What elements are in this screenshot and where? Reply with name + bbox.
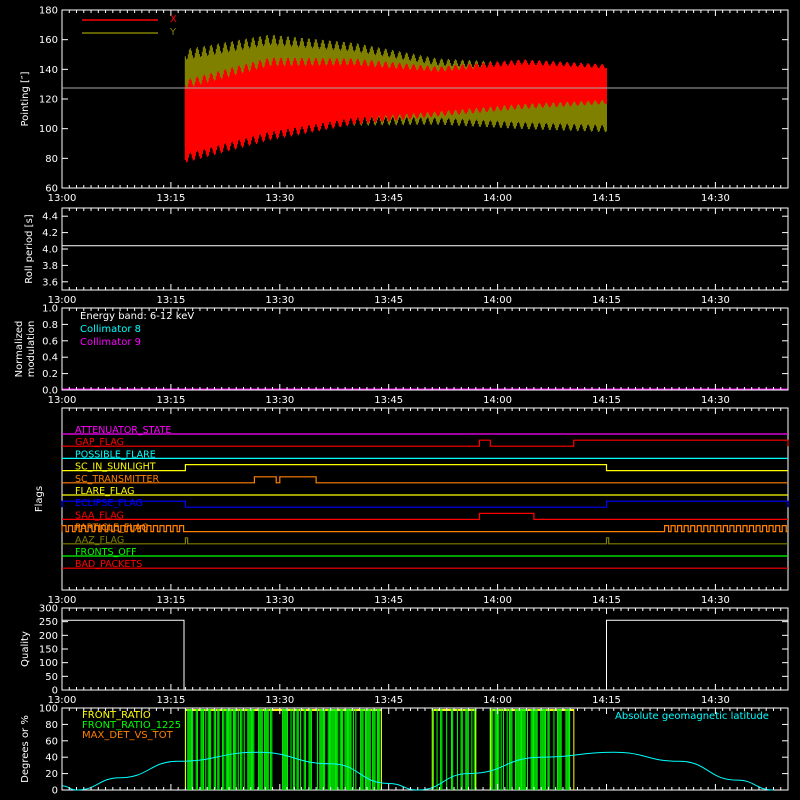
x-tick-label: 14:30 bbox=[701, 295, 730, 306]
flag-trace bbox=[61, 525, 788, 533]
modulation-xticks: 13:00 13:15 13:30 13:45 14:00 14:15 14:30 bbox=[48, 308, 789, 406]
lightcurve-chart: 60 80 100 120 140 160 180 13:00 13:15 13:30 13:45… bbox=[14, 6, 789, 797]
flag-trace bbox=[62, 476, 788, 484]
roll-frame bbox=[61, 207, 789, 291]
flag-trace bbox=[62, 464, 788, 472]
y-tick-label: 0 bbox=[52, 786, 58, 797]
flag-trace bbox=[62, 512, 788, 520]
y-tick-label: 80 bbox=[45, 154, 58, 165]
y-tick-label: 120 bbox=[39, 95, 58, 106]
y-tick-label: 40 bbox=[45, 753, 58, 764]
x-tick-label: 13:30 bbox=[265, 595, 294, 606]
x-tick-label: 13:15 bbox=[156, 595, 185, 606]
x-tick-label: 14:00 bbox=[483, 695, 512, 706]
x-tick-label: 13:15 bbox=[156, 193, 185, 204]
x-tick-label: 14:30 bbox=[701, 395, 730, 406]
quality-line bbox=[62, 619, 788, 691]
modulation-ylabel-line1: Normalized bbox=[14, 321, 25, 378]
quality-panel: 050100150200250300 13:00 13:15 13:30 13:45 1… bbox=[20, 604, 789, 706]
y-tick-label: 20 bbox=[45, 769, 58, 780]
collimator-8-label: Collimator 8 bbox=[80, 324, 141, 335]
y-tick-label: 3.6 bbox=[42, 277, 58, 288]
geomagnetic-latitude-line bbox=[61, 751, 774, 791]
x-tick-label: 13:30 bbox=[265, 193, 294, 204]
legend-x-label: X bbox=[170, 14, 177, 25]
ratio-bars bbox=[184, 709, 575, 790]
x-tick-label: 14:30 bbox=[701, 695, 730, 706]
flags-traces: ATTENUATOR_STATEGAP_FLAGPOSSIBLE_FLARESC… bbox=[61, 425, 789, 570]
collimator-9-label: Collimator 9 bbox=[80, 337, 141, 348]
x-tick-label: 14:30 bbox=[701, 595, 730, 606]
x-tick-label: 14:15 bbox=[592, 295, 621, 306]
y-tick-label: 0.6 bbox=[42, 336, 58, 347]
x-tick-label: 13:15 bbox=[156, 295, 185, 306]
y-tick-label: 4.4 bbox=[42, 212, 58, 223]
flags-panel: ATTENUATOR_STATEGAP_FLAGPOSSIBLE_FLARESC… bbox=[34, 407, 789, 606]
modulation-ylabel-line2: modulation bbox=[26, 321, 37, 378]
x-tick-label: 14:15 bbox=[592, 595, 621, 606]
quality-ylabel: Quality bbox=[20, 631, 31, 667]
legend-y-label: Y bbox=[169, 27, 177, 38]
x-tick-label: 13:30 bbox=[265, 695, 294, 706]
y-tick-label: 100 bbox=[39, 658, 58, 669]
pointing-ylabel: Pointing [″] bbox=[20, 71, 31, 126]
y-tick-label: 100 bbox=[39, 124, 58, 135]
roll-xticks: 13:00 13:15 13:30 13:45 14:00 14:15 14:30 bbox=[48, 208, 789, 306]
x-tick-label: 14:15 bbox=[592, 695, 621, 706]
y-tick-label: 50 bbox=[45, 672, 58, 683]
y-tick-label: 180 bbox=[39, 6, 58, 17]
y-tick-label: 0.8 bbox=[42, 320, 58, 331]
roll-period-panel: 3.63.84.04.24.4 13:00 13:15 13:30 13:45 14:0… bbox=[24, 207, 789, 306]
y-tick-label: 160 bbox=[39, 35, 58, 46]
x-tick-label: 13:30 bbox=[265, 395, 294, 406]
y-tick-label: 4.2 bbox=[42, 228, 58, 239]
x-tick-label: 13:00 bbox=[48, 395, 77, 406]
energy-band-label: Energy band: 6-12 keV bbox=[80, 311, 194, 322]
x-tick-label: 14:30 bbox=[701, 193, 730, 204]
flag-trace bbox=[62, 537, 788, 545]
y-tick-label: 80 bbox=[45, 720, 58, 731]
x-tick-label: 14:15 bbox=[592, 395, 621, 406]
roll-yticks: 3.6 3.8 4.0 4.2 4.4 bbox=[42, 212, 788, 288]
ratio-ylabel: Degrees or % bbox=[20, 715, 31, 783]
y-tick-label: 0.4 bbox=[42, 353, 58, 364]
y-tick-label: 150 bbox=[39, 645, 58, 656]
flag-trace bbox=[61, 500, 789, 508]
roll-ylabel: Roll period [s] bbox=[24, 214, 35, 283]
geomag-latitude-label: Absolute geomagnetic latitude bbox=[615, 711, 769, 722]
y-tick-label: 3.8 bbox=[42, 261, 58, 272]
x-tick-label: 14:00 bbox=[483, 595, 512, 606]
quality-xticks: 13:00 13:15 13:30 13:45 14:00 14:15 14:30 bbox=[48, 608, 789, 706]
x-tick-label: 13:15 bbox=[156, 395, 185, 406]
y-tick-label: 4.0 bbox=[42, 245, 58, 256]
x-tick-label: 13:45 bbox=[374, 295, 403, 306]
flag-trace bbox=[62, 439, 789, 447]
flag-label: ECLIPSE_FLAG bbox=[75, 498, 143, 509]
x-tick-label: 13:45 bbox=[374, 193, 403, 204]
x-tick-label: 13:45 bbox=[374, 395, 403, 406]
y-tick-label: 100 bbox=[39, 704, 58, 715]
x-tick-label: 14:00 bbox=[483, 295, 512, 306]
flags-ylabel: Flags bbox=[34, 486, 45, 512]
x-tick-label: 13:45 bbox=[374, 695, 403, 706]
y-tick-label: 140 bbox=[39, 65, 58, 76]
quality-yticks: 050100150200250300 bbox=[39, 604, 788, 697]
y-tick-label: 300 bbox=[39, 604, 58, 615]
x-tick-label: 14:00 bbox=[483, 395, 512, 406]
ratio-panel: 020406080100 FRONT_RATIO FRONT_RATIO_122… bbox=[20, 704, 789, 797]
x-tick-label: 13:00 bbox=[48, 193, 77, 204]
y-tick-label: 250 bbox=[39, 617, 58, 628]
x-tick-label: 14:15 bbox=[592, 193, 621, 204]
y-tick-label: 60 bbox=[45, 736, 58, 747]
x-tick-label: 13:45 bbox=[374, 595, 403, 606]
x-tick-label: 13:15 bbox=[156, 695, 185, 706]
x-tick-label: 13:30 bbox=[265, 295, 294, 306]
x-tick-label: 14:00 bbox=[483, 193, 512, 204]
max-det-label: MAX_DET_VS_TOT bbox=[82, 730, 174, 741]
modulation-panel: 0.00.20.40.60.81.0 13:00 13:15 13:30 13:45 1… bbox=[14, 304, 789, 406]
pointing-panel: 6080100120140160180 13:00 13:15 13:30 13:45… bbox=[20, 6, 789, 204]
y-tick-label: 1.0 bbox=[42, 304, 58, 315]
y-tick-label: 0.2 bbox=[42, 369, 58, 380]
y-tick-label: 200 bbox=[39, 631, 58, 642]
